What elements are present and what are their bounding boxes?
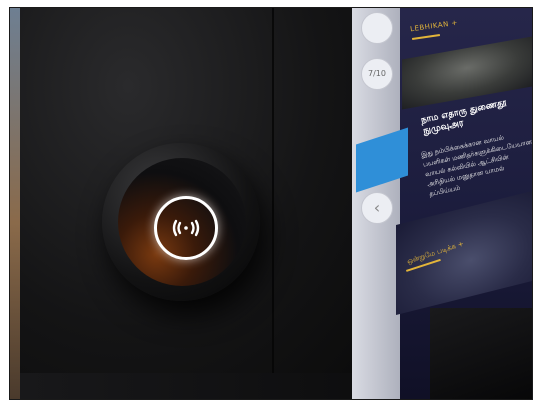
background-wall [10,8,20,399]
rail-button-top[interactable] [361,12,393,44]
chevron-left-icon: ‹ [373,198,381,217]
photo-frame: 7/10 ‹ LEBHIKAN + நாம எதாரு துணைதூ நுமுவ… [9,7,533,400]
screen-body-text: இது நம்பிக்கைக்கான வாயல் பயளிகள் மணிதர்க… [420,133,533,198]
screen-secondary-image [396,191,532,315]
panel-seam [272,8,274,399]
rail-back-button[interactable]: ‹ [361,192,393,224]
screen-bezel [430,308,532,399]
kiosk-base [20,373,380,399]
contactless-icon [172,219,200,237]
tab-underline [411,34,441,40]
screen-tab-label[interactable]: LEBHIKAN + [410,19,459,34]
rail-button-page[interactable]: 7/10 [361,58,393,90]
